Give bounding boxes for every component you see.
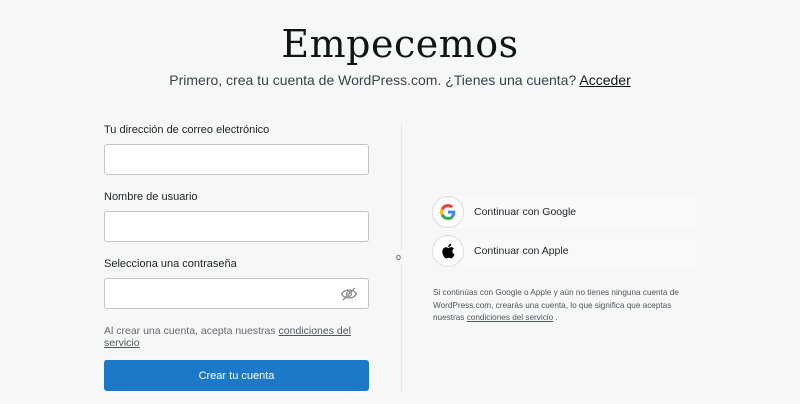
email-field[interactable] bbox=[104, 144, 369, 175]
username-label: Nombre de usuario bbox=[104, 191, 198, 203]
or-separator: o bbox=[394, 250, 404, 264]
terms-text: Al crear una cuenta, acepta nuestras bbox=[104, 325, 276, 337]
eye-off-icon[interactable] bbox=[340, 286, 358, 302]
disclaimer-terms-link[interactable]: condiciones del servicio bbox=[467, 313, 553, 322]
create-account-button[interactable]: Crear tu cuenta bbox=[104, 360, 369, 391]
page-subtitle: Primero, crea tu cuenta de WordPress.com… bbox=[0, 72, 800, 88]
apple-button[interactable]: Continuar con Apple bbox=[432, 234, 696, 268]
disclaimer-end: . bbox=[555, 313, 558, 322]
signup-form: Tu dirección de correo electrónico Nombr… bbox=[104, 124, 369, 364]
password-label: Selecciona una contraseña bbox=[104, 258, 237, 270]
apple-label: Continuar con Apple bbox=[474, 245, 569, 257]
login-link[interactable]: Acceder bbox=[579, 72, 630, 88]
page-title: Empecemos bbox=[281, 22, 519, 66]
social-disclaimer: Si continúas con Google o Apple y aún no… bbox=[433, 287, 698, 325]
google-label: Continuar con Google bbox=[474, 206, 577, 218]
terms-notice: Al crear una cuenta, acepta nuestras con… bbox=[104, 325, 369, 349]
password-field[interactable] bbox=[104, 278, 369, 309]
email-label: Tu dirección de correo electrónico bbox=[104, 124, 270, 136]
apple-icon bbox=[432, 235, 464, 267]
google-icon bbox=[432, 196, 464, 228]
subtitle-text: Primero, crea tu cuenta de WordPress.com… bbox=[169, 72, 577, 88]
google-button[interactable]: Continuar con Google bbox=[432, 195, 696, 229]
username-field[interactable] bbox=[104, 211, 369, 242]
